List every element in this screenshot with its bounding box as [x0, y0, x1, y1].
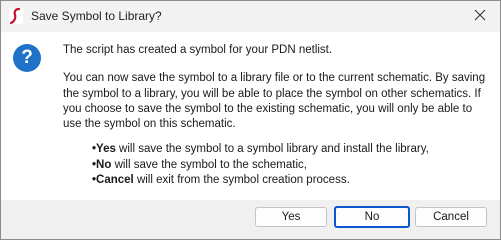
- yes-button[interactable]: Yes: [255, 207, 327, 227]
- bullet-text: will save the symbol to a symbol library…: [115, 143, 429, 156]
- bullet-text: will save the symbol to the schematic,: [111, 158, 307, 171]
- list-item: •No will save the symbol to the schemati…: [92, 158, 493, 173]
- ltspice-icon: [9, 7, 23, 25]
- options-list: •Yes will save the symbol to a symbol li…: [63, 142, 493, 188]
- dialog-window: Save Symbol to Library? ? The script has…: [0, 0, 501, 240]
- close-icon: [474, 8, 486, 26]
- list-item: •Cancel will exit from the symbol creati…: [92, 173, 493, 188]
- message-paragraph-2: You can now save the symbol to a library…: [63, 72, 486, 131]
- list-item: •Yes will save the symbol to a symbol li…: [92, 142, 493, 157]
- button-bar: Yes No Cancel: [1, 200, 500, 239]
- close-button[interactable]: [460, 1, 500, 32]
- bullet-keyword: No: [96, 158, 112, 171]
- bullet-keyword: Cancel: [96, 174, 134, 187]
- message-body: The script has created a symbol for your…: [63, 43, 493, 188]
- bullet-keyword: Yes: [96, 143, 116, 156]
- title-bar[interactable]: Save Symbol to Library?: [1, 1, 500, 32]
- message-line-1: The script has created a symbol for your…: [63, 44, 333, 56]
- question-icon: ?: [13, 44, 41, 72]
- window-title: Save Symbol to Library?: [31, 9, 162, 23]
- bullet-text: will exit from the symbol creation proce…: [133, 174, 350, 187]
- no-button[interactable]: No: [334, 206, 410, 228]
- cancel-button[interactable]: Cancel: [415, 207, 487, 227]
